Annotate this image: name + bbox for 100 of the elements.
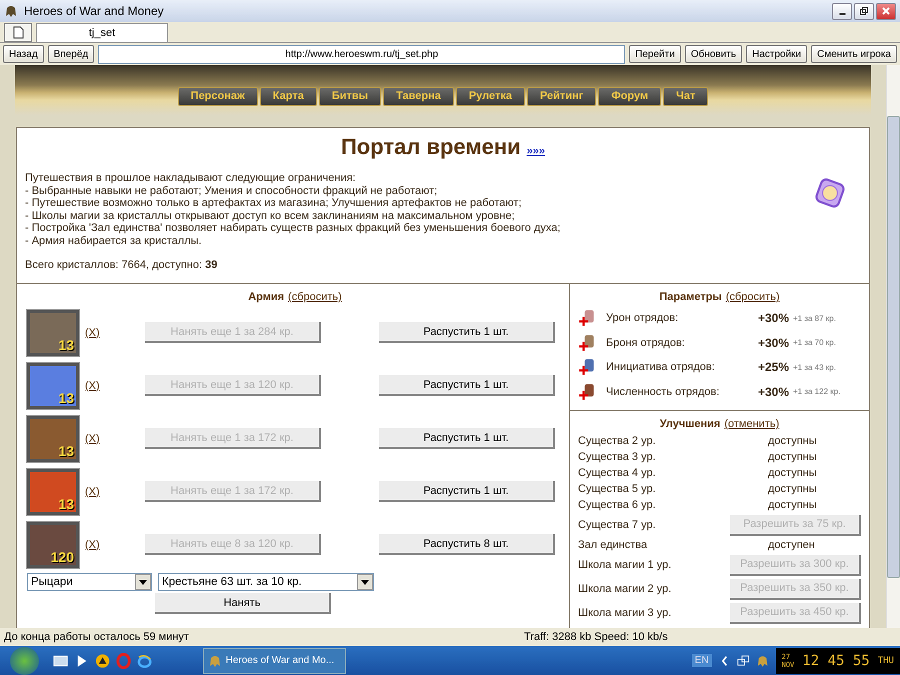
helmet-icon [208,654,222,668]
page-title: Портал времени [340,134,521,159]
stat-cost: +1 за 87 кр. [793,314,836,323]
stat-label: Инициатива отрядов: [606,361,716,374]
stat-icon [578,358,596,376]
upgrade-status: доступен [768,539,815,551]
stat-label: Броня отрядов: [606,336,686,349]
stat-value: +30% [756,384,789,399]
clock-time: 12 45 55 [802,652,870,668]
cancel-link[interactable]: (отменить) [724,418,780,430]
restore-icon [859,6,869,16]
dismiss-button[interactable]: Распустить 1 шт. [379,322,555,343]
nav-tab[interactable]: Чат [663,87,708,106]
page-icon [12,26,24,39]
upgrade-label: Школа магии 1 ур. [578,559,672,571]
upgrade-label: Существа 7 ур. [578,519,657,531]
upgrade-status: доступны [768,499,817,511]
dismiss-button[interactable]: Распустить 8 шт. [379,534,555,555]
nav-tab[interactable]: Карта [260,87,317,106]
section-heading: Улучшения [660,418,720,430]
upgrade-label: Существа 6 ур. [578,499,657,511]
section-heading: Армия [248,291,284,303]
stat-icon [578,382,596,401]
creature-count: 13 [58,390,74,406]
stat-cost: +1 за 43 кр. [793,362,836,372]
hire-button[interactable]: Нанять [155,593,331,614]
rule-text: - Армия набирается за кристаллы. [25,234,203,247]
nav-tab[interactable]: Таверна [383,87,454,106]
restore-button[interactable] [854,2,874,20]
dismiss-button[interactable]: Распустить 1 шт. [379,481,555,502]
rule-text: - Путешествие возможно только в артефактах из магазина; Улучшения артефактов не работают; [25,197,523,210]
scrollbar[interactable] [886,65,900,628]
toolbar-button[interactable]: Обновить [684,45,742,63]
creature-count: 13 [58,496,74,512]
rule-text: - Постройка 'Зал единства' позволяет набирать существ разных фракций без уменьшения боевого духа; [25,222,562,234]
reset-link[interactable]: (сбросить) [726,291,780,303]
creature-count: 13 [58,336,74,352]
nav-tab[interactable]: Персонаж [178,87,258,106]
minimize-icon [838,13,846,15]
helmet-icon [4,4,18,18]
stat-label: Урон отрядов: [606,312,680,324]
network-icon[interactable] [737,654,750,668]
creature-select[interactable]: Крестьяне 63 шт. за 10 кр. [158,573,374,591]
dismiss-button[interactable]: Распустить 1 шт. [379,375,555,396]
remove-link[interactable]: (X) [85,432,145,444]
upgrade-label: Зал единства [578,539,648,551]
helmet-icon[interactable] [756,654,770,668]
dismiss-button[interactable]: Распустить 1 шт. [379,428,555,449]
upgrade-label: Школа магии 2 ур. [578,583,672,595]
status-text: До конца работы осталось 59 минут [4,631,189,643]
browser-tab[interactable]: tj_set [36,23,168,42]
upgrade-label: Существа 4 ур. [578,467,657,479]
upgrade-status: доступны [768,435,817,447]
traffic-text: Traff: 3288 kb Speed: 10 kb/s [524,631,668,643]
remove-link[interactable]: (X) [85,326,145,338]
nav-tab[interactable]: Рейтинг [526,87,596,106]
taskbar-window-button[interactable]: Heroes of War and Mo... [202,648,346,674]
upgrade-status: доступны [768,467,817,479]
remove-link[interactable]: (X) [85,486,145,498]
forward-button[interactable]: Вперёд [48,45,94,63]
minimize-button[interactable] [832,2,852,20]
creature-count: 120 [50,548,74,564]
nav-tab[interactable]: Битвы [318,87,382,106]
crystals-text: Всего кристаллов: 7664, доступно: 39 [25,259,218,272]
rule-text: - Школы магии за кристаллы открывают доступ ко всем заклинаниям на максимальном уровне; [25,210,516,222]
creature-count: 13 [58,442,74,458]
close-button[interactable] [876,2,896,20]
triangle-circle-icon[interactable] [94,652,110,668]
more-link[interactable]: »»» [526,145,546,157]
stat-value: +30% [756,311,789,326]
remove-link[interactable]: (X) [85,380,145,392]
upgrade-status: доступны [768,483,817,495]
rule-text: - Выбранные навыки не работают; Умения и способности фракций не работают; [25,184,438,197]
close-icon [881,6,891,16]
upgrade-status: доступны [768,451,817,463]
toolbar-button[interactable]: Сменить игрока [811,45,897,63]
remove-link[interactable]: (X) [85,538,145,550]
faction-select[interactable]: Рыцари [27,573,152,591]
stat-cost: +1 за 122 кр. [793,387,840,396]
start-button[interactable] [10,646,39,674]
upgrade-label: Существа 3 ур. [578,451,657,463]
stat-cost: +1 за 70 кр. [793,338,836,348]
rule-text: Путешествия в прошлое накладывают следующие ограничения: [25,172,357,184]
stat-icon [578,309,596,328]
nav-tab[interactable]: Форум [598,87,662,106]
stat-icon [578,334,596,352]
back-button[interactable]: Назад [3,45,44,63]
upgrade-label: Существа 5 ур. [578,483,657,495]
new-page-button[interactable] [4,23,32,42]
dropdown-arrow-icon [361,580,369,584]
nav-tab[interactable]: Рулетка [456,87,525,106]
dropdown-arrow-icon [139,580,147,584]
reset-link[interactable]: (сбросить) [288,291,342,303]
address-field[interactable]: http://www.heroeswm.ru/tj_set.php [98,44,626,64]
toolbar-button[interactable]: Настройки [746,45,808,63]
stat-value: +30% [756,336,789,350]
window-title: Heroes of War and Money [24,4,165,18]
stat-value: +25% [756,360,789,374]
toolbar-button[interactable]: Перейти [629,45,681,63]
upgrade-label: Существа 2 ур. [578,435,657,447]
